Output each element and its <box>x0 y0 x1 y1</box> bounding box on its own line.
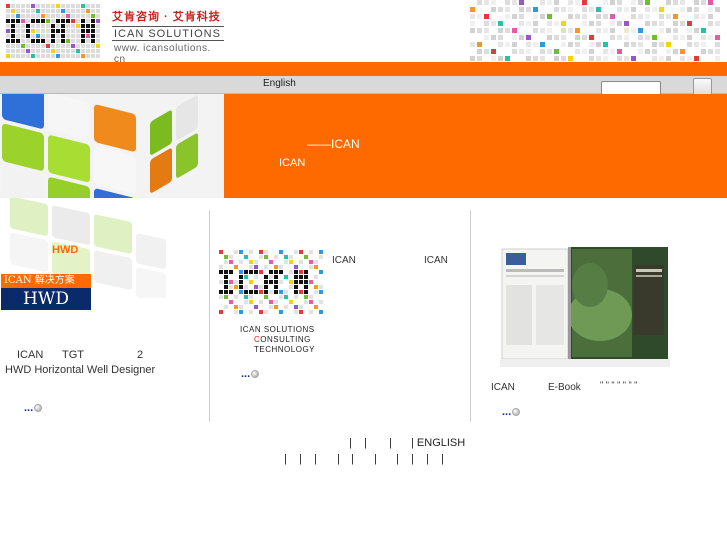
orange-band <box>0 62 727 76</box>
column-divider <box>470 210 471 422</box>
footer-separator: | <box>337 453 340 465</box>
footer-separator: | <box>364 437 367 449</box>
column3-text: ICAN <box>491 382 515 393</box>
site-header: 艾肯咨询 · 艾肯科技 ICAN SOLUTIONS www. icansolu… <box>0 0 727 65</box>
more-text: ... <box>502 406 512 418</box>
logo-text-line2: CONSULTING <box>240 335 315 345</box>
ican-logo-icon[interactable] <box>6 4 102 60</box>
column2-more-link[interactable]: ... <box>241 368 260 380</box>
footer-separator: | <box>351 453 354 465</box>
logo-text-line3: TECHNOLOGY <box>254 345 316 354</box>
decorative-squares-icon <box>470 0 720 61</box>
ican-solutions-logo-icon <box>219 250 323 314</box>
footer-separator: | <box>426 453 429 465</box>
footer-separator: | <box>349 437 352 449</box>
column1-text: 2 <box>137 349 144 361</box>
footer-separator: | <box>314 453 317 465</box>
footer-separator: | <box>411 453 414 465</box>
hwd-badge-image[interactable]: ICAN 解决方案 HWD <box>1 274 91 310</box>
hero-banner: ——ICAN ICAN <box>0 94 727 198</box>
nav-bar: English <box>0 76 727 97</box>
brand-chinese-name: 艾肯咨询 · 艾肯科技 <box>112 11 221 23</box>
column3-more-link[interactable]: ... <box>502 406 521 418</box>
ican-solutions-logo-text: ICAN SOLUTIONS CONSULTING TECHNOLOGY <box>240 325 315 355</box>
banner-subline: ICAN <box>279 157 306 169</box>
footer-separator: | <box>284 453 287 465</box>
column3-quotes: " " " " " " " <box>600 380 638 390</box>
brand-block: 艾肯咨询 · 艾肯科技 ICAN SOLUTIONS www. icansolu… <box>112 8 224 65</box>
column1-more-link[interactable]: ... <box>24 402 43 414</box>
footer-separator: | <box>396 453 399 465</box>
rubiks-cube-image <box>0 94 224 198</box>
column1-description: HWD Horizontal Well Designer <box>5 364 156 376</box>
more-text: ... <box>241 368 251 380</box>
column1-text: ICAN <box>17 349 44 361</box>
ebook-magazine-image[interactable] <box>500 245 670 367</box>
more-bullet-icon <box>512 408 521 416</box>
logo-text-consulting: ONSULTING <box>260 335 311 344</box>
banner-headline: ——ICAN <box>307 137 360 151</box>
more-bullet-icon <box>34 404 43 412</box>
column1-text: TGT <box>62 349 84 361</box>
footer-separator: | <box>389 437 392 449</box>
footer-links-row1: | | | | ENGLISH <box>0 437 727 451</box>
footer-links-row2: | | | | | | | | | | <box>0 453 727 467</box>
hwd-heading: HWD <box>52 244 79 256</box>
footer-english-link[interactable]: | ENGLISH <box>411 437 465 449</box>
hwd-badge-top: ICAN 解决方案 <box>1 274 91 288</box>
logo-text-line1: ICAN SOLUTIONS <box>240 325 315 334</box>
hwd-badge-bottom: HWD <box>1 288 91 310</box>
search-input[interactable] <box>601 81 661 95</box>
column2-text: ICAN <box>424 255 448 266</box>
english-link[interactable]: English <box>263 78 296 89</box>
more-text: ... <box>24 402 34 414</box>
brand-english-name: ICAN SOLUTIONS <box>112 26 224 41</box>
more-bullet-icon <box>251 370 260 378</box>
column2-text: ICAN <box>332 255 356 266</box>
footer-separator: | <box>441 453 444 465</box>
footer-separator: | <box>299 453 302 465</box>
footer-separator: | <box>374 453 377 465</box>
column3-ebook-text: E-Book <box>548 382 581 393</box>
